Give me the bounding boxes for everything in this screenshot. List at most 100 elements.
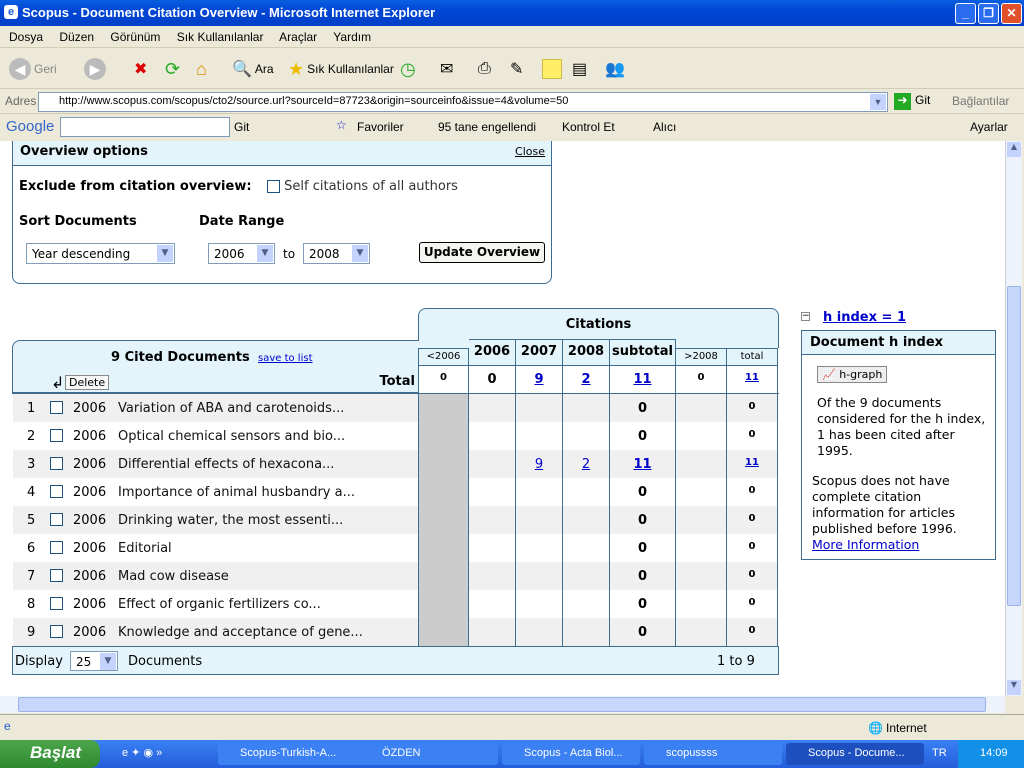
- go-button[interactable]: ➜ Git: [894, 93, 930, 110]
- address-input[interactable]: http://www.scopus.com/scopus/cto2/source…: [38, 92, 888, 112]
- mail-button[interactable]: ✉: [440, 57, 453, 81]
- favorites-button[interactable]: ★ Sık Kullanılanlar: [288, 57, 394, 81]
- minimize-button[interactable]: _: [955, 3, 976, 24]
- citation-cell[interactable]: 9: [516, 450, 563, 478]
- scroll-up-icon[interactable]: ▲: [1007, 142, 1021, 157]
- total-cell[interactable]: 9: [516, 365, 563, 393]
- document-title[interactable]: Variation of ABA and carotenoids...: [118, 401, 344, 416]
- vertical-scrollbar[interactable]: ▲ ▼: [1005, 141, 1022, 696]
- date-from-select[interactable]: 2006 ▼: [208, 243, 275, 264]
- send-button[interactable]: Alıcı: [653, 120, 676, 134]
- links-label[interactable]: Bağlantılar: [952, 94, 1009, 108]
- more-information-link[interactable]: More Information: [812, 537, 919, 552]
- refresh-button[interactable]: ⟳: [165, 57, 180, 81]
- row-number: 4: [27, 485, 36, 500]
- task-button[interactable]: ÖZDEN: [360, 743, 498, 765]
- quick-launch-icons[interactable]: e ✦ ◉ »: [122, 746, 162, 759]
- citation-cell: [469, 450, 516, 478]
- forward-button[interactable]: ▶: [84, 57, 106, 81]
- row-checkbox[interactable]: [50, 541, 63, 554]
- citation-cell[interactable]: 11: [727, 450, 778, 478]
- task-button[interactable]: Scopus - Docume...: [786, 743, 924, 765]
- display-count-select[interactable]: 25 ▼: [70, 651, 118, 671]
- history-button[interactable]: ◷: [400, 57, 416, 81]
- citation-cell: 0: [727, 590, 778, 618]
- collapse-icon[interactable]: −: [801, 312, 810, 321]
- total-cell[interactable]: 11: [610, 365, 676, 393]
- row-checkbox[interactable]: [50, 597, 63, 610]
- document-title[interactable]: Differential effects of hexacona...: [118, 457, 334, 472]
- citation-cell[interactable]: 2: [563, 450, 610, 478]
- star-icon: ☆: [336, 118, 347, 132]
- google-search-input[interactable]: [60, 117, 230, 137]
- note-button[interactable]: [542, 59, 562, 79]
- save-to-list-link[interactable]: save to list: [258, 353, 313, 364]
- document-title[interactable]: Mad cow disease: [118, 569, 229, 584]
- total-cell[interactable]: 11: [727, 365, 778, 393]
- sort-select[interactable]: Year descending ▼: [26, 243, 175, 264]
- document-title[interactable]: Drinking water, the most essenti...: [118, 513, 343, 528]
- google-go-button[interactable]: Git: [234, 120, 249, 134]
- document-title[interactable]: Knowledge and acceptance of gene...: [118, 625, 363, 640]
- row-checkbox[interactable]: [50, 429, 63, 442]
- search-button[interactable]: 🔍 Ara: [232, 57, 274, 81]
- menu-help[interactable]: Yardım: [333, 30, 371, 44]
- home-button[interactable]: ⌂: [196, 57, 207, 81]
- citation-cell: 0: [610, 562, 676, 590]
- column-header: 2007: [516, 339, 563, 365]
- menu-view[interactable]: Görünüm: [110, 30, 160, 44]
- sort-label: Sort Documents: [19, 214, 137, 229]
- maximize-button[interactable]: ❐: [978, 3, 999, 24]
- chevron-down-icon[interactable]: ▼: [870, 94, 886, 110]
- stop-button[interactable]: ✖: [134, 57, 147, 81]
- menu-file[interactable]: Dosya: [9, 30, 43, 44]
- language-indicator[interactable]: TR: [932, 747, 947, 759]
- menu-favorites[interactable]: Sık Kullanılanlar: [177, 30, 264, 44]
- delete-button[interactable]: Delete: [65, 375, 110, 390]
- column-header: >2008: [676, 348, 727, 365]
- citation-cell: [469, 618, 516, 646]
- research-button[interactable]: ▤: [572, 57, 587, 81]
- row-year: 2006: [73, 401, 107, 416]
- update-overview-button[interactable]: Update Overview: [419, 242, 545, 263]
- task-button[interactable]: Scopus-Turkish-A...: [218, 743, 364, 765]
- row-checkbox[interactable]: [50, 569, 63, 582]
- close-button[interactable]: ✕: [1001, 3, 1022, 24]
- citation-cell[interactable]: 11: [610, 450, 676, 478]
- document-title[interactable]: Editorial: [118, 541, 172, 556]
- total-cell[interactable]: 2: [563, 365, 610, 393]
- document-title[interactable]: Effect of organic fertilizers co...: [118, 597, 321, 612]
- spellcheck-button[interactable]: Kontrol Et: [562, 120, 615, 134]
- menu-tools[interactable]: Araçlar: [279, 30, 317, 44]
- popup-blocker[interactable]: 95 tane engellendi: [438, 120, 536, 134]
- range-label: 1 to 9: [717, 654, 755, 669]
- task-button[interactable]: scopussss: [644, 743, 782, 765]
- messenger-button[interactable]: 👥: [605, 57, 625, 81]
- settings-button[interactable]: Ayarlar: [970, 120, 1008, 134]
- document-title[interactable]: Optical chemical sensors and bio...: [118, 429, 345, 444]
- close-link[interactable]: Close: [515, 145, 545, 158]
- citation-cell: [563, 590, 610, 618]
- row-checkbox[interactable]: [50, 401, 63, 414]
- row-checkbox[interactable]: [50, 625, 63, 638]
- back-button[interactable]: ◀ Geri: [9, 57, 57, 81]
- horizontal-scrollbar[interactable]: [0, 696, 1005, 713]
- scroll-thumb[interactable]: [18, 697, 986, 712]
- menu-edit[interactable]: Düzen: [59, 30, 94, 44]
- document-title[interactable]: Importance of animal husbandry a...: [118, 485, 355, 500]
- h-graph-button[interactable]: 📈 h-graph: [817, 366, 888, 383]
- row-checkbox[interactable]: [50, 457, 63, 470]
- start-button[interactable]: Başlat: [0, 740, 100, 768]
- scroll-down-icon[interactable]: ▼: [1007, 680, 1021, 695]
- task-button[interactable]: Scopus - Acta Biol...: [502, 743, 640, 765]
- h-index-link[interactable]: h index = 1: [823, 310, 906, 325]
- edit-button[interactable]: ✎: [510, 57, 523, 81]
- row-checkbox[interactable]: [50, 485, 63, 498]
- print-button[interactable]: ⎙: [478, 57, 491, 81]
- google-favorites[interactable]: Favoriler: [357, 120, 404, 134]
- date-to-select[interactable]: 2008 ▼: [303, 243, 370, 264]
- self-citations-checkbox[interactable]: [267, 180, 280, 193]
- citation-cell: 0: [727, 534, 778, 562]
- scroll-thumb[interactable]: [1007, 286, 1021, 606]
- row-checkbox[interactable]: [50, 513, 63, 526]
